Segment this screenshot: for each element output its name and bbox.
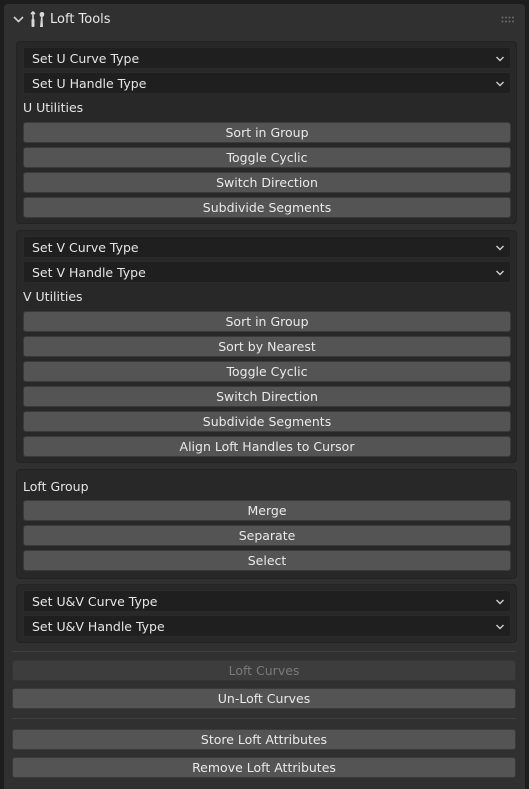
- u-toggle-cyclic-button[interactable]: Toggle Cyclic: [23, 147, 511, 168]
- v-sort-by-nearest-button[interactable]: Sort by Nearest: [23, 336, 511, 357]
- remove-loft-attributes-button[interactable]: Remove Loft Attributes: [12, 757, 516, 778]
- dropdown-label: Set U Curve Type: [32, 51, 140, 66]
- chevron-down-icon: [496, 245, 504, 251]
- chevron-down-icon: [496, 270, 504, 276]
- u-curve-box: Set U Curve Type Set U Handle Type U Uti…: [16, 41, 517, 224]
- tools-icon: [30, 10, 45, 27]
- dropdown-label: Set V Handle Type: [32, 265, 146, 280]
- uv-curve-type-dropdown[interactable]: Set U&V Curve Type: [23, 590, 511, 612]
- chevron-down-icon: [496, 81, 504, 87]
- u-curve-type-dropdown[interactable]: Set U Curve Type: [23, 47, 511, 69]
- merge-button[interactable]: Merge: [23, 500, 511, 521]
- loft-curves-button[interactable]: Loft Curves: [12, 660, 516, 681]
- v-utilities-label: V Utilities: [23, 289, 83, 304]
- loft-group-box: Loft Group Merge Separate Select: [16, 469, 517, 579]
- u-sort-in-group-button[interactable]: Sort in Group: [23, 122, 511, 143]
- drag-grip-icon[interactable]: [501, 16, 515, 24]
- v-handle-type-dropdown[interactable]: Set V Handle Type: [23, 261, 511, 283]
- u-handle-type-dropdown[interactable]: Set U Handle Type: [23, 72, 511, 94]
- panel-header[interactable]: Loft Tools: [4, 4, 525, 36]
- v-curve-type-dropdown[interactable]: Set V Curve Type: [23, 236, 511, 258]
- panel-title: Loft Tools: [50, 12, 111, 27]
- divider: [12, 651, 516, 652]
- chevron-down-icon: [496, 624, 504, 630]
- align-loft-handles-button[interactable]: Align Loft Handles to Cursor: [23, 436, 511, 457]
- u-utilities-label: U Utilities: [23, 100, 84, 115]
- chevron-down-icon[interactable]: [12, 13, 25, 26]
- v-toggle-cyclic-button[interactable]: Toggle Cyclic: [23, 361, 511, 382]
- loft-tools-panel: Loft Tools Set U Curve Type Set U Handle…: [4, 4, 525, 789]
- v-curve-box: Set V Curve Type Set V Handle Type V Uti…: [16, 230, 517, 463]
- v-switch-direction-button[interactable]: Switch Direction: [23, 386, 511, 407]
- v-subdivide-segments-button[interactable]: Subdivide Segments: [23, 411, 511, 432]
- uv-curve-box: Set U&V Curve Type Set U&V Handle Type: [16, 584, 517, 643]
- u-subdivide-segments-button[interactable]: Subdivide Segments: [23, 197, 511, 218]
- chevron-down-icon: [496, 599, 504, 605]
- loft-group-label: Loft Group: [23, 479, 89, 494]
- dropdown-label: Set U Handle Type: [32, 76, 147, 91]
- u-switch-direction-button[interactable]: Switch Direction: [23, 172, 511, 193]
- divider: [12, 718, 516, 719]
- separate-button[interactable]: Separate: [23, 525, 511, 546]
- unloft-curves-button[interactable]: Un-Loft Curves: [12, 688, 516, 709]
- dropdown-label: Set V Curve Type: [32, 240, 139, 255]
- select-button[interactable]: Select: [23, 550, 511, 571]
- uv-handle-type-dropdown[interactable]: Set U&V Handle Type: [23, 615, 511, 637]
- store-loft-attributes-button[interactable]: Store Loft Attributes: [12, 729, 516, 750]
- dropdown-label: Set U&V Curve Type: [32, 594, 158, 609]
- v-sort-in-group-button[interactable]: Sort in Group: [23, 311, 511, 332]
- dropdown-label: Set U&V Handle Type: [32, 619, 165, 634]
- chevron-down-icon: [496, 56, 504, 62]
